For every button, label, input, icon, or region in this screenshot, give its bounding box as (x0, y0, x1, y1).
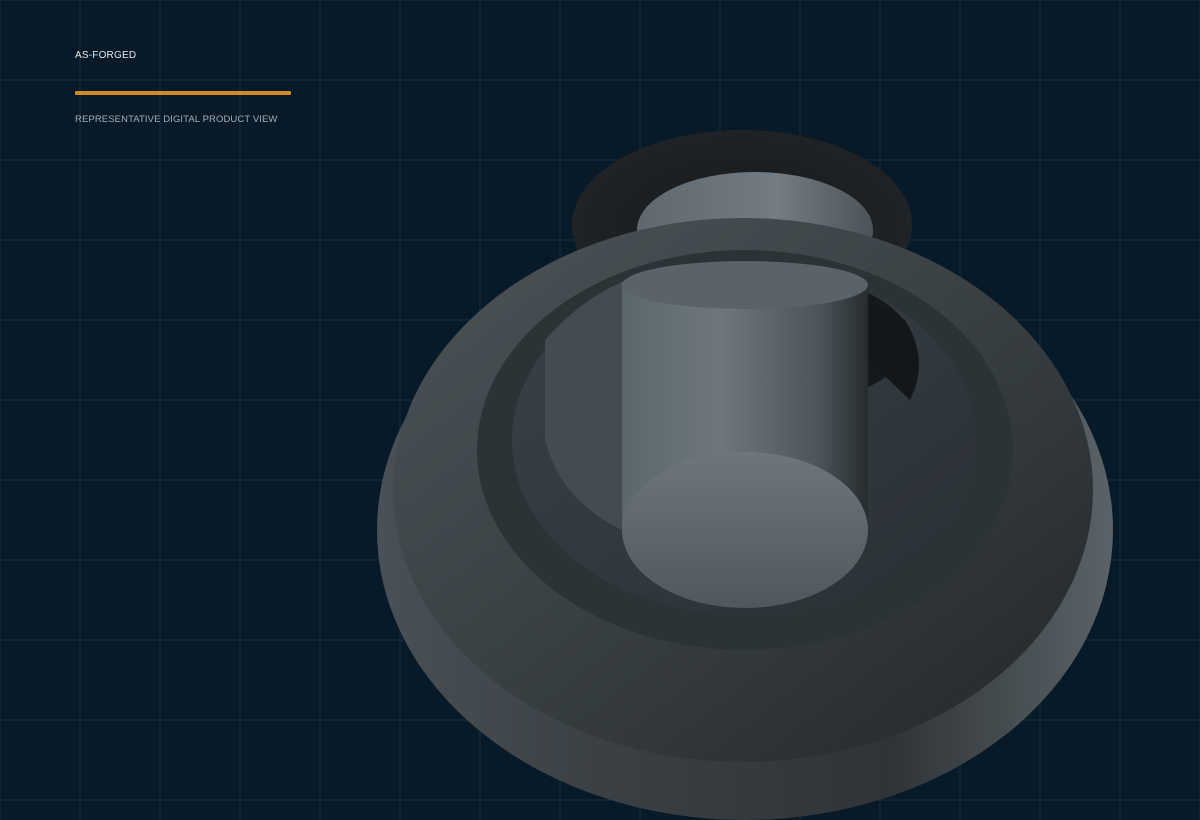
product-viewport[interactable]: AS-FORGED REPRESENTATIVE DIGITAL PRODUCT… (0, 0, 1200, 820)
page-title: AS-FORGED (75, 50, 137, 61)
view-subtitle: REPRESENTATIVE DIGITAL PRODUCT VIEW (75, 114, 278, 125)
view-label-panel: AS-FORGED REPRESENTATIVE DIGITAL PRODUCT… (75, 50, 335, 126)
accent-divider (75, 91, 291, 95)
